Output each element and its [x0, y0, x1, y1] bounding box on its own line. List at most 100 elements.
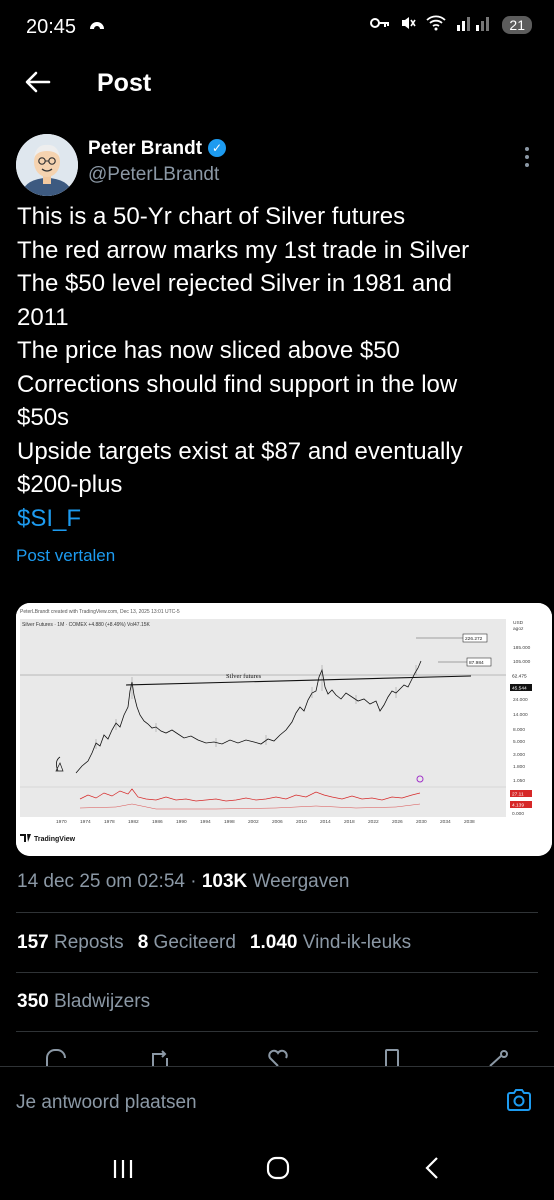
views-label: Weergaven — [252, 871, 350, 892]
x-label: 1970 — [56, 819, 67, 825]
likes-stat[interactable]: 1.040 Vind-ik-leuks — [250, 932, 411, 954]
signal-icon — [456, 15, 492, 34]
post-meta: 14 dec 25 om 02:54 · 103K Weergaven — [17, 871, 349, 893]
tweet-line: $50s — [17, 404, 70, 431]
chart-currency: USD — [513, 620, 524, 626]
notification-icon — [88, 15, 106, 38]
reposts-label: Reposts — [53, 932, 124, 953]
header: Post — [0, 56, 554, 112]
x-label: 2038 — [464, 819, 475, 825]
price-label: 185.000 — [513, 645, 531, 651]
tweet-line: 2011 — [17, 303, 69, 331]
cashtag-link[interactable]: $SI_F — [17, 502, 537, 536]
price-label: 3.000 — [513, 752, 525, 758]
tweet-line: $200-plus — [17, 471, 123, 498]
x-label: 2010 — [296, 819, 307, 825]
x-label: 1998 — [224, 819, 235, 825]
reply-input[interactable]: Je antwoord plaatsen — [16, 1092, 197, 1114]
tweet-text: This is a 50-Yr chart of Silver futures … — [17, 200, 537, 535]
bookmarks-label: Bladwijzers — [53, 991, 151, 1012]
x-label: 2034 — [440, 819, 451, 825]
price-label: 5.000 — [513, 739, 525, 745]
divider — [16, 912, 538, 913]
price-label: 1.050 — [513, 778, 525, 784]
reposts-stat[interactable]: 157 Reposts — [17, 932, 124, 954]
price-label: 1.800 — [513, 764, 525, 770]
likes-label: Vind-ik-leuks — [302, 932, 412, 953]
verified-icon: ✓ — [208, 139, 227, 157]
author-handle[interactable]: @PeterLBrandt — [88, 164, 226, 186]
x-label: 2026 — [392, 819, 403, 825]
wifi-icon — [426, 15, 447, 34]
camera-icon[interactable] — [506, 1089, 532, 1111]
x-label: 2006 — [272, 819, 283, 825]
price-label-close: 45.544 — [512, 686, 527, 692]
reply-bar: Je antwoord plaatsen — [0, 1066, 554, 1141]
chart-currency-sub: agoz — [513, 627, 524, 632]
quotes-label: Geciteerd — [153, 932, 236, 953]
x-label: 1994 — [200, 819, 211, 825]
more-icon[interactable] — [524, 146, 530, 168]
target-mid-label: 87.984 — [469, 660, 484, 666]
home-icon[interactable] — [266, 1156, 290, 1187]
translate-link[interactable]: Post vertalen — [16, 546, 115, 566]
engagement-stats: 157 Reposts 8 Geciteerd 1.040 Vind-ik-le… — [17, 932, 411, 954]
chart-symbol: Silver Futures · 1M · COMEX +4.880 (+8.4… — [22, 622, 150, 628]
price-label: 105.000 — [513, 659, 531, 665]
post-timestamp: 14 dec 25 om 02:54 — [17, 871, 185, 892]
status-time: 20:45 — [26, 16, 77, 38]
bookmarks-stat[interactable]: 350 Bladwijzers — [17, 991, 150, 1013]
x-label: 1974 — [80, 819, 91, 825]
x-label: 1986 — [152, 819, 163, 825]
back-arrow-icon[interactable] — [24, 68, 52, 103]
indicator-label: 27.11 — [512, 792, 524, 798]
tweet-line: The $50 level rejected Silver in 1981 an… — [17, 270, 452, 297]
x-label: 1982 — [128, 819, 139, 825]
price-label-current: 62.475 — [512, 674, 527, 680]
quotes-count: 8 — [137, 932, 149, 953]
tradingview-label: TradingView — [34, 836, 76, 843]
reposts-count: 157 — [17, 932, 49, 953]
price-label: 14.000 — [513, 712, 528, 718]
key-icon — [370, 16, 390, 33]
price-label: 24.000 — [513, 697, 528, 703]
chart-annotation: Silver futures — [226, 673, 262, 680]
bookmarks-count: 350 — [17, 991, 49, 1012]
likes-count: 1.040 — [249, 932, 298, 953]
author-name[interactable]: Peter Brandt — [88, 138, 202, 160]
tweet-line: Corrections should find support in the l… — [17, 370, 458, 398]
chart-credit: PeterLBrandt created with TradingView.co… — [20, 609, 180, 615]
views-count: 103K — [201, 871, 248, 892]
x-label: 1978 — [104, 819, 115, 825]
avatar[interactable] — [16, 134, 78, 196]
x-label: 2030 — [416, 819, 427, 825]
x-label: 1990 — [176, 819, 187, 825]
action-bar — [0, 1048, 554, 1068]
battery-indicator: 21 — [502, 15, 532, 34]
back-nav-icon[interactable] — [424, 1156, 440, 1187]
x-label: 2002 — [248, 819, 259, 825]
price-label: 8.000 — [513, 727, 525, 733]
x-label: 2018 — [344, 819, 355, 825]
system-nav-bar — [0, 1140, 554, 1200]
quotes-stat[interactable]: 8 Geciteerd — [138, 932, 236, 954]
indicator-label: 4.139 — [512, 803, 524, 809]
tweet-line: The price has now sliced above $50 — [17, 337, 400, 364]
page-title: Post — [97, 69, 152, 97]
tweet-line: This is a 50-Yr chart of Silver futures — [17, 203, 406, 230]
divider — [16, 972, 538, 973]
mute-icon — [400, 15, 417, 34]
target-high-label: 226.272 — [465, 636, 483, 642]
x-label: 2014 — [320, 819, 331, 825]
meta-separator: · — [190, 871, 197, 892]
x-label: 2022 — [368, 819, 379, 825]
tweet-line: Upside targets exist at $87 and eventual… — [17, 437, 463, 465]
divider — [16, 1031, 538, 1032]
recents-icon[interactable] — [112, 1156, 134, 1187]
indicator-label: 0.000 — [512, 811, 524, 817]
chart-image[interactable]: PeterLBrandt created with TradingView.co… — [16, 603, 552, 856]
tweet-line: The red arrow marks my 1st trade in Silv… — [17, 236, 470, 264]
author-block[interactable]: Peter Brandt ✓ @PeterLBrandt — [88, 138, 227, 186]
status-bar: 20:45 21 — [0, 0, 554, 56]
chart-svg: PeterLBrandt created with TradingView.co… — [16, 603, 552, 856]
